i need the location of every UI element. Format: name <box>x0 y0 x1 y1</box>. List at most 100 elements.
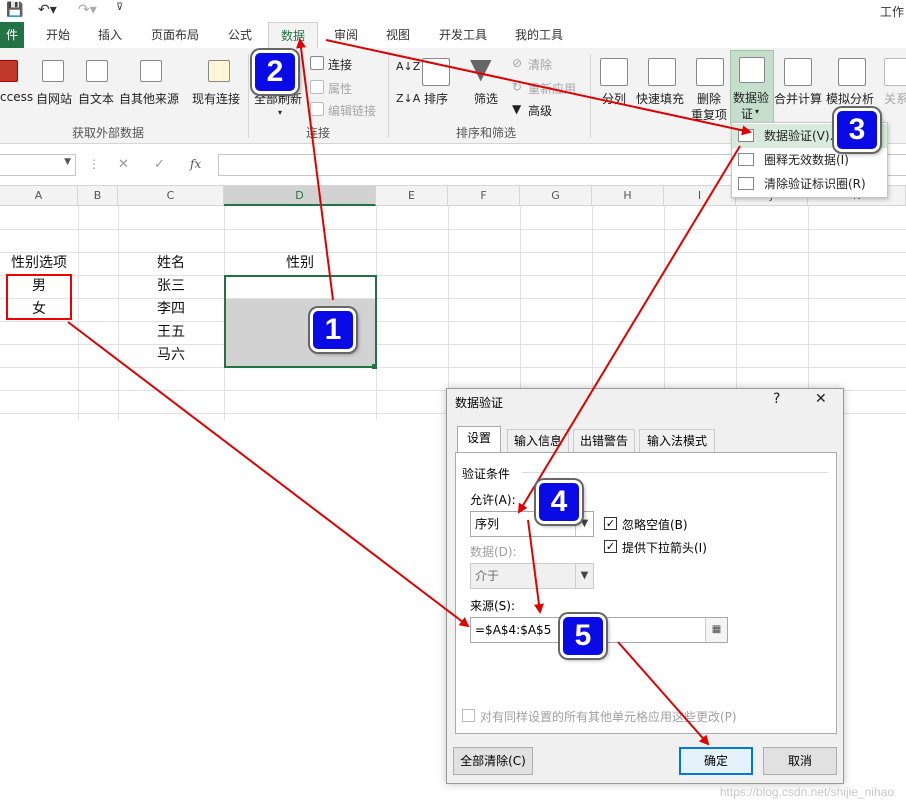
sort-button[interactable]: 排序 <box>424 90 448 107</box>
reapply-button[interactable]: 重新应用 <box>528 80 576 97</box>
tab-data[interactable]: 数据 <box>268 22 318 48</box>
remove-duplicates-label: 重复项 <box>691 108 728 122</box>
title-bar: 💾 ↶▾ ↷▾ ⊽ 工作 <box>0 0 906 22</box>
ignore-blank-checkbox[interactable]: ✓ <box>604 517 617 530</box>
sort-za-icon[interactable]: Z↓A <box>396 92 420 105</box>
column-header-f[interactable]: F <box>448 186 520 206</box>
column-header-g[interactable]: G <box>520 186 592 206</box>
range-select-icon[interactable]: ▦ <box>705 618 727 642</box>
tab-formulas[interactable]: 公式 <box>218 22 262 48</box>
enter-icon[interactable]: ✓ <box>154 157 165 172</box>
tab-my-tools[interactable]: 我的工具 <box>506 22 572 48</box>
flash-fill-icon <box>648 58 676 86</box>
text-to-columns-icon <box>600 58 628 86</box>
column-header-a[interactable]: A <box>0 186 78 206</box>
from-text-button[interactable]: 自文本 <box>78 90 114 107</box>
web-icon <box>42 60 64 82</box>
apply-all-label: 对有同样设置的所有其他单元格应用这些更改(P) <box>480 710 737 724</box>
menu-item-clear-circles[interactable]: 清除验证标识圈(R) <box>732 172 887 196</box>
in-cell-dropdown-checkbox[interactable]: ✓ <box>604 540 617 553</box>
from-access-button[interactable]: ccess <box>0 90 33 104</box>
step-badge-4: 4 <box>536 480 582 524</box>
edit-links-button[interactable]: 编辑链接 <box>328 102 376 119</box>
fill-handle[interactable] <box>372 364 377 369</box>
menu-item-label: 清除验证标识圈(R) <box>764 177 866 191</box>
ignore-blank-label: 忽略空值(B) <box>622 518 688 532</box>
save-icon[interactable]: 💾 <box>6 2 23 18</box>
data-validation-button[interactable]: 数据验 证 ▾ <box>730 50 774 124</box>
advanced-button[interactable]: 高级 <box>528 102 552 119</box>
cancel-icon[interactable]: ✕ <box>118 157 129 172</box>
close-button[interactable]: ✕ <box>815 391 827 407</box>
sort-icon <box>422 58 450 86</box>
what-if-analysis-button[interactable]: 模拟分析 <box>826 90 874 107</box>
clear-all-button[interactable]: 全部清除(C) <box>453 747 533 775</box>
existing-connections-button[interactable]: 现有连接 <box>192 90 240 107</box>
column-header-e[interactable]: E <box>376 186 448 206</box>
consolidate-button[interactable]: 合并计算 <box>774 90 822 107</box>
from-web-button[interactable]: 自网站 <box>36 90 72 107</box>
group-separator <box>388 54 389 138</box>
relationships-button[interactable]: 关系 <box>884 90 906 107</box>
name-box[interactable]: ▼ <box>0 154 76 176</box>
cell-c6[interactable]: 王五 <box>118 321 224 343</box>
tab-settings[interactable]: 设置 <box>457 426 501 453</box>
column-header-b[interactable]: B <box>78 186 118 206</box>
data-select-value: 介于 <box>475 569 500 583</box>
data-validation-icon <box>739 57 765 83</box>
cell-c5[interactable]: 李四 <box>118 298 224 320</box>
tab-ime-mode[interactable]: 输入法模式 <box>639 429 715 452</box>
cell-c4[interactable]: 张三 <box>118 275 224 297</box>
column-header-i[interactable]: I <box>664 186 736 206</box>
apply-all-checkbox[interactable] <box>462 709 475 722</box>
step-badge-2: 2 <box>252 50 298 94</box>
remove-duplicates-button[interactable]: 删除 <box>697 90 721 107</box>
undo-icon[interactable]: ↶▾ <box>38 2 57 18</box>
properties-button[interactable]: 属性 <box>328 80 352 97</box>
cancel-button[interactable]: 取消 <box>763 747 837 775</box>
advanced-icon: ▼ <box>512 102 522 116</box>
properties-icon <box>310 80 324 94</box>
tab-insert[interactable]: 插入 <box>88 22 132 48</box>
chevron-down-icon: ▾ <box>755 107 760 116</box>
divider <box>522 472 828 473</box>
sort-az-icon[interactable]: A↓Z <box>396 60 420 73</box>
tab-error-alert[interactable]: 出错警告 <box>573 429 635 452</box>
from-other-sources-button[interactable]: 自其他来源 <box>119 90 179 107</box>
text-to-columns-button[interactable]: 分列 <box>602 90 626 107</box>
tab-input-message[interactable]: 输入信息 <box>507 429 569 452</box>
what-if-analysis-icon <box>838 58 866 86</box>
menu-item-label: 数据验证(V)... <box>764 129 842 143</box>
clear-icon: ⊘ <box>512 56 523 70</box>
column-header-c[interactable]: C <box>118 186 224 206</box>
insert-function-button[interactable]: fx <box>190 157 201 171</box>
cell-a3[interactable]: 性别选项 <box>0 252 78 274</box>
cell-c3[interactable]: 姓名 <box>118 252 224 274</box>
column-header-h[interactable]: H <box>592 186 664 206</box>
clear-button[interactable]: 清除 <box>528 56 552 73</box>
cell-d3[interactable]: 性别 <box>224 252 376 274</box>
tab-page-layout[interactable]: 页面布局 <box>142 22 208 48</box>
group-separator <box>590 54 591 138</box>
data-select[interactable]: 介于 ▼ <box>470 563 594 589</box>
ok-button[interactable]: 确定 <box>679 747 753 775</box>
column-header-d[interactable]: D <box>224 186 376 206</box>
data-validation-label: 数据验 <box>733 91 770 105</box>
tab-review[interactable]: 审阅 <box>324 22 368 48</box>
cell-c7[interactable]: 马六 <box>118 344 224 366</box>
ribbon-tabs: 件 开始 插入 页面布局 公式 数据 审阅 视图 开发工具 我的工具 <box>0 22 906 48</box>
help-button[interactable]: ? <box>773 391 780 407</box>
redo-icon[interactable]: ↷▾ <box>78 2 97 18</box>
chevron-down-icon: ▾ <box>278 108 283 117</box>
customize-qat-icon[interactable]: ⊽ <box>116 2 123 13</box>
data-validation-label-2: 证 <box>741 107 754 121</box>
tab-developer[interactable]: 开发工具 <box>430 22 496 48</box>
tab-home[interactable]: 开始 <box>36 22 80 48</box>
settings-panel: 验证条件 允许(A): 序列 ▼ ✓ 忽略空值(B) ✓ 提供下拉箭头(I) 数… <box>455 452 837 734</box>
flash-fill-button[interactable]: 快速填充 <box>636 90 684 107</box>
more-icon: ⋮ <box>88 157 100 171</box>
tab-file[interactable]: 件 <box>0 22 24 48</box>
connections-button[interactable]: 连接 <box>328 56 352 73</box>
filter-button[interactable]: 筛选 <box>474 90 498 107</box>
tab-view[interactable]: 视图 <box>376 22 420 48</box>
